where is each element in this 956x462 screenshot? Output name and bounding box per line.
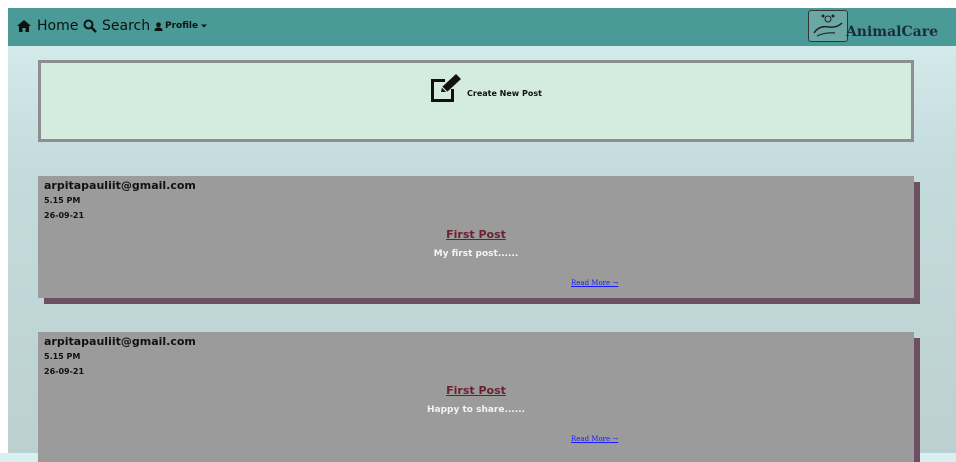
post-card: arpitapauliit@gmail.com 5.15 PM 26-09-21… [38, 332, 914, 462]
post-title-link[interactable]: First Post [38, 228, 914, 241]
create-new-post-label: Create New Post [467, 89, 542, 98]
nav-search-label: Search [102, 18, 151, 34]
read-more-link[interactable]: Read More → [571, 435, 618, 443]
window-frame-left [0, 0, 8, 453]
read-more-link[interactable]: Read More → [571, 279, 618, 287]
post-date: 26-09-21 [44, 211, 85, 220]
post-time: 5.15 PM [44, 196, 81, 205]
edit-icon [431, 74, 461, 102]
caret-down-icon [201, 24, 208, 28]
post-author: arpitapauliit@gmail.com [44, 335, 196, 348]
post-title-link[interactable]: First Post [38, 384, 914, 397]
post-excerpt: My first post...... [433, 249, 519, 259]
post-time: 5.15 PM [44, 352, 81, 361]
brand-name: AnimalCare [845, 24, 938, 40]
post-author: arpitapauliit@gmail.com [44, 179, 196, 192]
nav-search-link[interactable]: Search [83, 18, 150, 34]
search-icon [83, 19, 97, 33]
create-post-panel: Create New Post [38, 60, 914, 142]
post-excerpt: Happy to share...... [426, 405, 525, 415]
window-frame-top [0, 0, 956, 8]
nav-profile-label: Profile [165, 21, 199, 31]
nav-profile-dropdown[interactable]: Profile [154, 21, 208, 31]
post-card: arpitapauliit@gmail.com 5.15 PM 26-09-21… [38, 176, 914, 298]
nav-home-link[interactable]: Home [16, 18, 78, 34]
top-navbar: Home Search Profile AnimalCare [8, 8, 956, 46]
home-icon [17, 20, 31, 32]
post-date: 26-09-21 [44, 367, 85, 376]
nav-home-label: Home [37, 18, 79, 34]
create-new-post-button[interactable]: Create New Post [429, 73, 542, 103]
brand-logo[interactable]: AnimalCare [807, 10, 938, 42]
user-icon [154, 21, 163, 31]
paw-hand-logo-icon [807, 10, 848, 42]
